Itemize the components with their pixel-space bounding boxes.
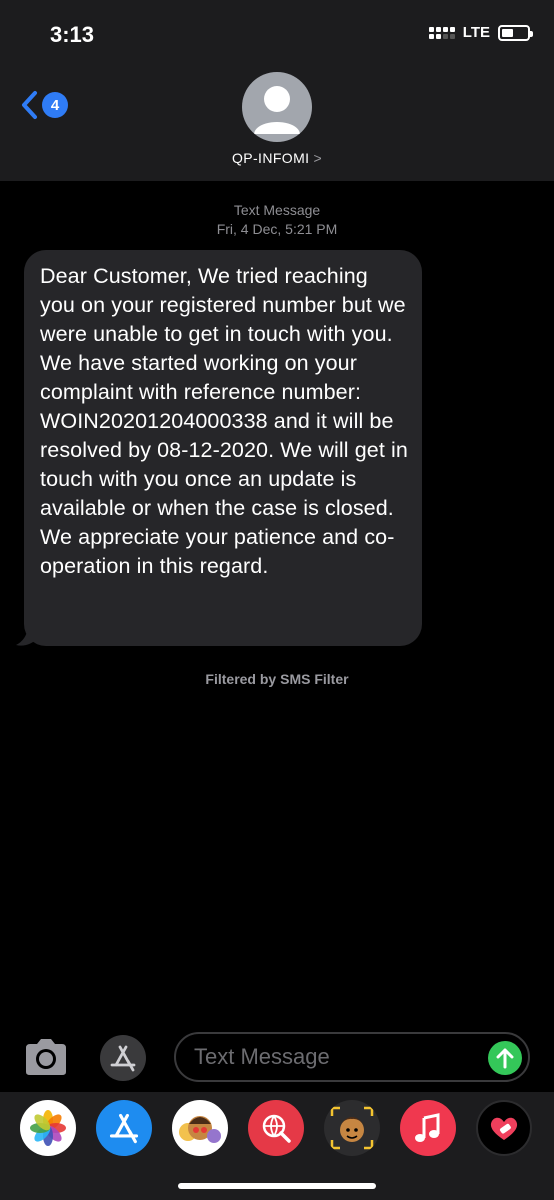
home-indicator[interactable] [178, 1183, 376, 1189]
chevron-left-icon [20, 90, 38, 120]
arrow-up-icon [496, 1048, 514, 1069]
app-store-icon [109, 1113, 139, 1144]
incoming-message-bubble[interactable]: Dear Customer, We tried reaching you on … [24, 250, 422, 646]
status-time: 3:13 [50, 22, 95, 47]
message-date: Fri, 4 Dec, 5:21 PM [216, 221, 338, 237]
contact-name: QP-INFOMI [231, 150, 310, 166]
contact-avatar[interactable] [242, 72, 312, 142]
message-text: Dear Customer, We tried reaching you on … [40, 264, 408, 578]
camera-icon [26, 1039, 66, 1075]
camera-button[interactable] [22, 1036, 70, 1078]
music-app-button[interactable] [400, 1100, 456, 1156]
memoji-stickers-app-button[interactable] [172, 1100, 228, 1156]
conversation-header: 3:13 LTE 4 QP-INFOMI > [0, 0, 554, 181]
photos-app-button[interactable] [20, 1100, 76, 1156]
message-input[interactable] [194, 1044, 464, 1070]
unread-count-badge: 4 [42, 92, 68, 118]
digital-touch-app-button[interactable] [476, 1100, 532, 1156]
photos-icon [30, 1110, 66, 1146]
memoji-icon [330, 1106, 374, 1150]
back-button[interactable]: 4 [20, 90, 68, 120]
message-input-container [174, 1032, 530, 1082]
message-type-label: Text Message [233, 202, 321, 218]
memoji-app-button[interactable] [324, 1100, 380, 1156]
music-note-icon [415, 1113, 440, 1142]
web-search-app-button[interactable] [248, 1100, 304, 1156]
globe-search-icon [262, 1114, 291, 1143]
memoji-stickers-icon [179, 1116, 221, 1143]
signal-icon [428, 26, 455, 39]
network-type: LTE [462, 24, 490, 41]
person-icon [254, 86, 300, 134]
heart-touch-icon [490, 1117, 518, 1140]
message-timestamp: Text Message Fri, 4 Dec, 5:21 PM [0, 201, 554, 239]
app-store-icon [110, 1045, 136, 1072]
send-button[interactable] [488, 1041, 522, 1075]
app-store-app-button[interactable] [96, 1100, 152, 1156]
battery-icon [498, 24, 533, 41]
status-indicators: LTE [428, 24, 533, 41]
filter-note: Filtered by SMS Filter [205, 671, 349, 687]
app-drawer-button[interactable] [100, 1035, 146, 1081]
contact-name-button[interactable]: QP-INFOMI > [0, 150, 554, 166]
chevron-right-icon: > [313, 150, 323, 166]
